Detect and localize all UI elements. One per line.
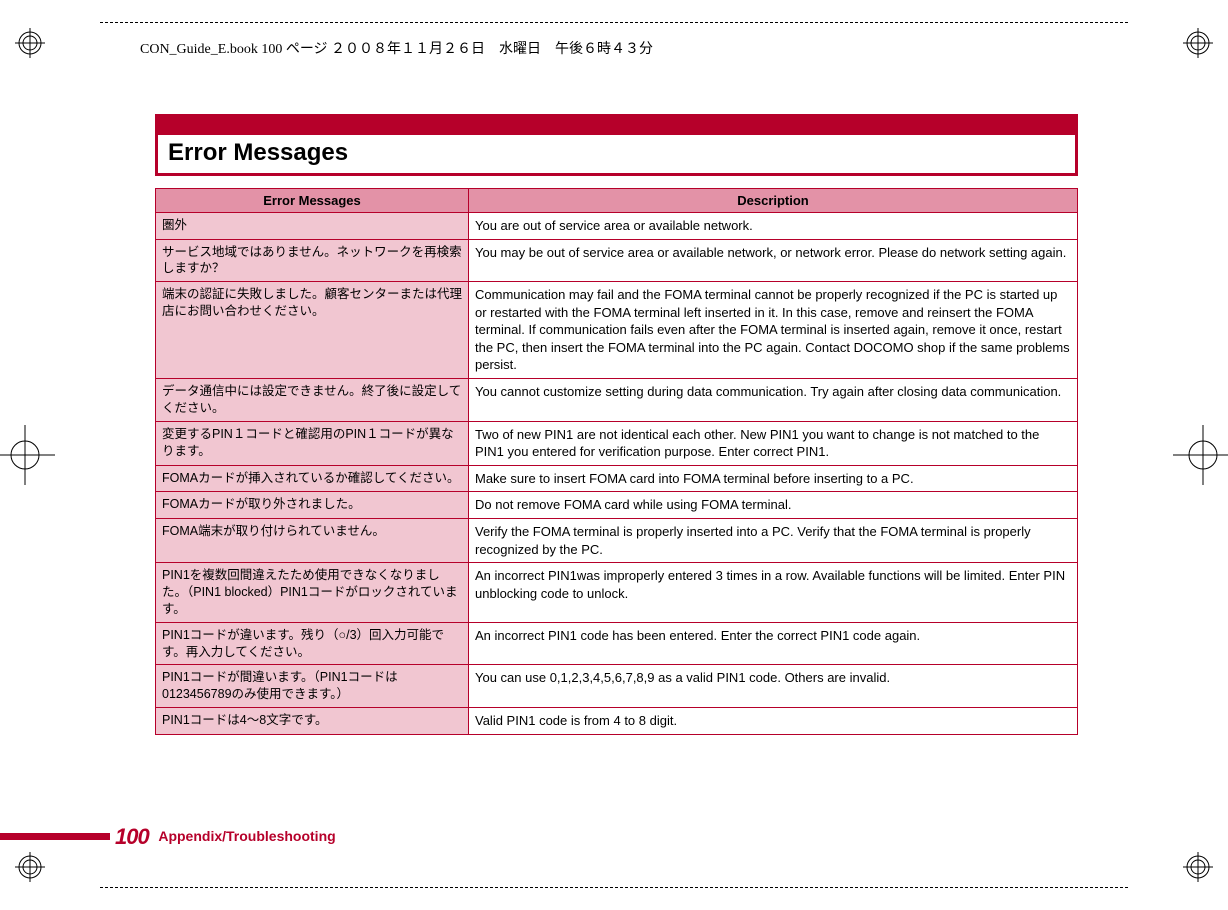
description-cell: Valid PIN1 code is from 4 to 8 digit. <box>469 708 1078 735</box>
description-cell: Make sure to insert FOMA card into FOMA … <box>469 465 1078 492</box>
table-row: PIN1コードが間違います。（PIN1コードは0123456789のみ使用できま… <box>156 665 1078 708</box>
table-row: データ通信中には設定できません。終了後に設定してください。You cannot … <box>156 379 1078 422</box>
table-row: FOMAカードが挿入されているか確認してください。Make sure to in… <box>156 465 1078 492</box>
error-message-cell: PIN1コードが間違います。（PIN1コードは0123456789のみ使用できま… <box>156 665 469 708</box>
description-cell: You are out of service area or available… <box>469 213 1078 240</box>
crop-mark-icon <box>15 852 45 882</box>
table-row: PIN1を複数回間違えたため使用できなくなりました。（PIN1 blocked）… <box>156 563 1078 623</box>
error-message-cell: PIN1コードが違います。残り（○/3）回入力可能です。再入力してください。 <box>156 622 469 665</box>
description-cell: Do not remove FOMA card while using FOMA… <box>469 492 1078 519</box>
error-message-cell: PIN1を複数回間違えたため使用できなくなりました。（PIN1 blocked）… <box>156 563 469 623</box>
description-cell: An incorrect PIN1 code has been entered.… <box>469 622 1078 665</box>
description-cell: You can use 0,1,2,3,4,5,6,7,8,9 as a val… <box>469 665 1078 708</box>
registration-mark-icon <box>0 425 55 485</box>
error-message-cell: 変更するPIN１コードと確認用のPIN１コードが異なります。 <box>156 421 469 465</box>
table-row: PIN1コードは4～8文字です。Valid PIN1 code is from … <box>156 708 1078 735</box>
crop-mark-icon <box>15 28 45 58</box>
description-cell: An incorrect PIN1was improperly entered … <box>469 563 1078 623</box>
table-row: サービス地域ではありません。ネットワークを再検索しますか？You may be … <box>156 239 1078 282</box>
description-cell: You cannot customize setting during data… <box>469 379 1078 422</box>
registration-mark-icon <box>1173 425 1228 485</box>
page-build-info: CON_Guide_E.book 100 ページ ２００８年１１月２６日 水曜日… <box>140 38 653 58</box>
description-cell: Verify the FOMA terminal is properly ins… <box>469 518 1078 562</box>
page-content: Error Messages Error Messages Descriptio… <box>155 114 1078 735</box>
description-cell: Two of new PIN1 are not identical each o… <box>469 421 1078 465</box>
error-message-cell: 圏外 <box>156 213 469 240</box>
col-header-error: Error Messages <box>156 189 469 213</box>
error-message-cell: FOMAカードが挿入されているか確認してください。 <box>156 465 469 492</box>
table-row: 端末の認証に失敗しました。顧客センターまたは代理店にお問い合わせください。Com… <box>156 282 1078 379</box>
error-message-cell: PIN1コードは4～8文字です。 <box>156 708 469 735</box>
error-messages-table: Error Messages Description 圏外You are out… <box>155 188 1078 735</box>
description-cell: Communication may fail and the FOMA term… <box>469 282 1078 379</box>
error-message-cell: 端末の認証に失敗しました。顧客センターまたは代理店にお問い合わせください。 <box>156 282 469 379</box>
crop-mark-icon <box>1183 28 1213 58</box>
page-number: 100 <box>115 824 149 849</box>
description-cell: You may be out of service area or availa… <box>469 239 1078 282</box>
error-message-cell: サービス地域ではありません。ネットワークを再検索しますか？ <box>156 239 469 282</box>
section-title-bar: Error Messages <box>155 114 1078 176</box>
table-row: FOMAカードが取り外されました。Do not remove FOMA card… <box>156 492 1078 519</box>
error-message-cell: FOMAカードが取り外されました。 <box>156 492 469 519</box>
error-message-cell: データ通信中には設定できません。終了後に設定してください。 <box>156 379 469 422</box>
table-row: FOMA端末が取り付けられていません。Verify the FOMA termi… <box>156 518 1078 562</box>
error-message-cell: FOMA端末が取り付けられていません。 <box>156 518 469 562</box>
table-row: 圏外You are out of service area or availab… <box>156 213 1078 240</box>
col-header-description: Description <box>469 189 1078 213</box>
section-title: Error Messages <box>158 135 1075 173</box>
table-row: 変更するPIN１コードと確認用のPIN１コードが異なります。Two of new… <box>156 421 1078 465</box>
crop-mark-icon <box>1183 852 1213 882</box>
table-row: PIN1コードが違います。残り（○/3）回入力可能です。再入力してください。An… <box>156 622 1078 665</box>
page-footer: 100 Appendix/Troubleshooting <box>0 833 336 850</box>
section-name: Appendix/Troubleshooting <box>158 828 335 844</box>
